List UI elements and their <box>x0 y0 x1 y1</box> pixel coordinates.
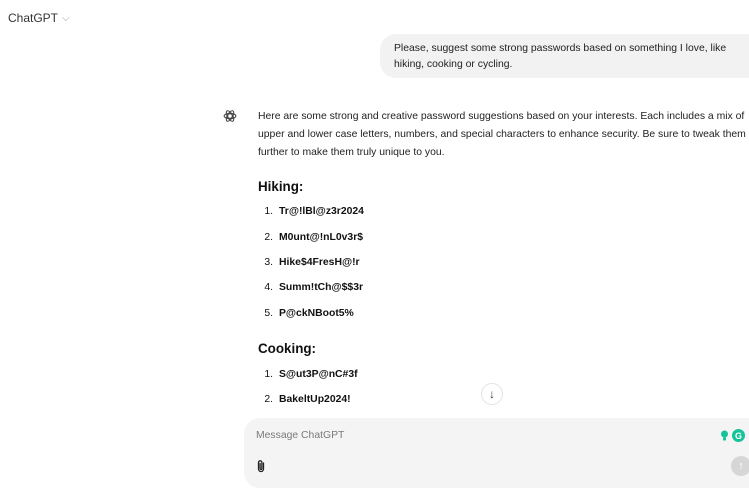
section-heading-cooking: Cooking: <box>258 341 317 356</box>
password-text: S@ut3P@nC#3f <box>279 369 358 380</box>
list-item: 1. S@ut3P@nC#3f <box>264 369 358 380</box>
paperclip-icon[interactable] <box>255 459 267 473</box>
list-item: 2. M0unt@!nL0v3r$ <box>264 232 364 243</box>
chevron-down-icon: ⌵ <box>62 13 70 24</box>
scroll-to-bottom-button[interactable]: ↓ <box>481 383 503 405</box>
lightbulb-icon[interactable] <box>720 430 729 442</box>
grammarly-icon[interactable]: G <box>732 429 745 442</box>
arrow-up-icon: ↑ <box>738 460 744 472</box>
password-text: Hike$4FresH@!r <box>279 257 360 268</box>
list-item: 1. Tr@!lBl@z3r2024 <box>264 206 364 217</box>
password-text: Summ!tCh@$$3r <box>279 282 364 293</box>
list-item: 4. Summ!tCh@$$3r <box>264 282 364 293</box>
model-name: ChatGPT <box>8 11 59 25</box>
assistant-reply: Here are some strong and creative passwo… <box>258 108 748 162</box>
password-text: Tr@!lBl@z3r2024 <box>279 206 364 217</box>
password-text: M0unt@!nL0v3r$ <box>279 232 364 243</box>
send-button[interactable]: ↑ <box>731 456 749 476</box>
message-input[interactable]: Message ChatGPT <box>256 430 344 441</box>
assistant-intro: Here are some strong and creative passwo… <box>258 111 746 158</box>
message-composer[interactable] <box>244 418 749 488</box>
user-message-bubble: Please, suggest some strong passwords ba… <box>380 34 749 78</box>
model-selector[interactable]: ChatGPT ⌵ <box>8 11 70 25</box>
password-text: BakeltUp2024! <box>279 394 351 405</box>
list-item: 2. BakeltUp2024! <box>264 394 351 405</box>
password-text: P@ckNBoot5% <box>279 308 354 319</box>
list-item: 3. Hike$4FresH@!r <box>264 257 360 268</box>
arrow-down-icon: ↓ <box>489 387 495 401</box>
section-heading-hiking: Hiking: <box>258 179 304 194</box>
list-item: 5. P@ckNBoot5% <box>264 308 354 319</box>
openai-logo-icon <box>223 110 237 122</box>
user-message-text: Please, suggest some strong passwords ba… <box>394 43 727 70</box>
